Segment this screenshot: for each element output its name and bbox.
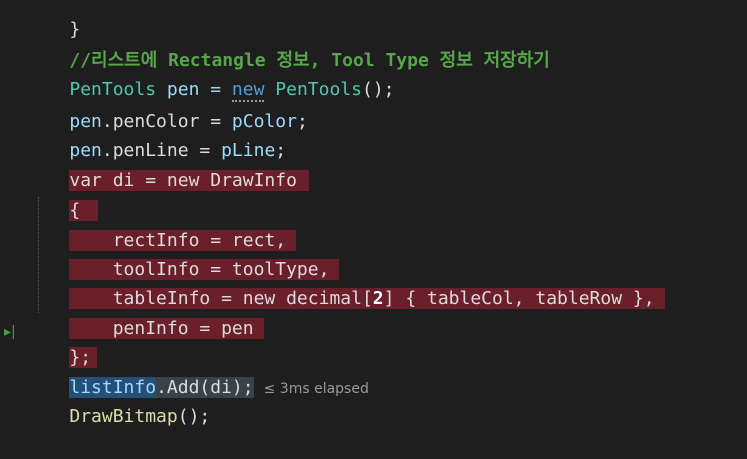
punctuation: ; <box>296 111 308 132</box>
code-line-highlighted: }; <box>26 316 98 368</box>
method-name: DrawBitmap <box>69 406 178 427</box>
code-line: pen.penLine = pLine; <box>26 109 286 161</box>
code-line-highlighted: var di = new DrawInfo <box>26 139 309 191</box>
code-line: //리스트에 Rectangle 정보, Tool Type 정보 저장하기 <box>26 19 549 71</box>
code-line-highlighted: { <box>26 169 99 221</box>
editor-gutter <box>0 0 26 415</box>
code-line-highlighted: penInfo = pen <box>26 287 264 339</box>
code-line-highlighted: rectInfo = rect, <box>26 199 297 251</box>
code-text: ] { tableCol, tableRow }, <box>383 288 655 309</box>
code-text: var di = new DrawInfo <box>69 170 309 191</box>
code-line: } <box>26 0 80 40</box>
punctuation: (); <box>361 79 395 100</box>
indent-guide <box>38 197 40 313</box>
code-line: pen.penColor = pColor; <box>26 80 307 132</box>
code-line: PenTools pen = new PenTools(); <box>26 48 395 102</box>
code-line-highlighted: tableInfo = new decimal[2] { tableCol, t… <box>26 257 665 309</box>
code-editor[interactable]: } //리스트에 Rectangle 정보, Tool Type 정보 저장하기… <box>0 0 747 427</box>
code-text: penInfo = pen <box>69 318 264 339</box>
breakpoint-marker-icon[interactable]: ▸| <box>4 324 16 340</box>
code-line-highlighted: toolInfo = toolType, <box>26 228 340 280</box>
array-size: 2 <box>372 288 384 309</box>
perf-tip-hint[interactable]: ≤ 3ms elapsed <box>264 381 369 397</box>
code-line: listInfo.Add(di); ≤ 3ms elapsed <box>26 346 369 398</box>
punctuation: (); <box>177 406 211 427</box>
code-line: DrawBitmap(); <box>26 375 210 427</box>
